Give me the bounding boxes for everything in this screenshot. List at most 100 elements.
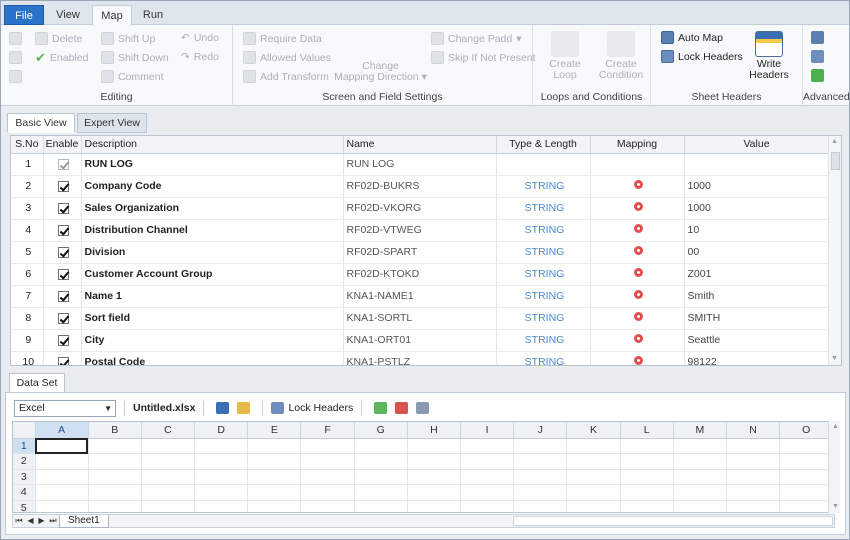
enable-checkbox[interactable]: [58, 246, 69, 258]
mapping-pin-icon[interactable]: [634, 334, 643, 343]
spreadsheet-cell[interactable]: [194, 500, 249, 512]
mapping-cell[interactable]: [590, 153, 685, 176]
spreadsheet-cell[interactable]: [673, 453, 727, 470]
value-cell[interactable]: Smith: [684, 285, 830, 308]
value-cell[interactable]: [684, 153, 830, 176]
shift-up-button[interactable]: Shift Up: [101, 32, 155, 45]
spreadsheet-cell[interactable]: [247, 500, 302, 512]
spreadsheet-cell[interactable]: [779, 469, 834, 485]
mapping-cell[interactable]: [590, 329, 685, 352]
spreadsheet-cell[interactable]: [566, 469, 621, 485]
mapping-pin-icon[interactable]: [634, 202, 643, 211]
spreadsheet-cell[interactable]: [513, 469, 568, 485]
description-cell[interactable]: Sales Organization: [81, 197, 344, 220]
sheet-tab[interactable]: Sheet1: [59, 514, 109, 528]
next-sheet-icon[interactable]: ▶: [38, 516, 44, 526]
tab-expert-view[interactable]: Expert View: [77, 113, 147, 133]
spreadsheet-row-header[interactable]: 2: [13, 453, 36, 470]
spreadsheet-cell[interactable]: [673, 438, 727, 454]
type-length-cell[interactable]: STRING: [496, 307, 591, 330]
table-row[interactable]: 5 Division RF02D-SPART STRING 00: [11, 241, 830, 264]
spreadsheet-cell[interactable]: [300, 438, 355, 454]
scroll-down-icon[interactable]: ▼: [832, 503, 839, 511]
mapping-cell[interactable]: [590, 351, 685, 365]
column-header-description[interactable]: Description: [81, 136, 344, 154]
tab-view[interactable]: View: [49, 5, 87, 26]
spreadsheet-cell[interactable]: [460, 500, 515, 512]
scroll-up-icon[interactable]: ▲: [832, 423, 839, 431]
mapping-cell[interactable]: [590, 241, 685, 264]
description-cell[interactable]: Distribution Channel: [81, 219, 344, 242]
enable-cell[interactable]: [43, 351, 82, 365]
spreadsheet-cell[interactable]: [460, 469, 515, 485]
value-cell[interactable]: 1000: [684, 197, 830, 220]
mapping-cell[interactable]: [590, 307, 685, 330]
spreadsheet-cell[interactable]: [141, 500, 196, 512]
spreadsheet-cell[interactable]: [194, 453, 249, 470]
spreadsheet-cell[interactable]: [726, 438, 781, 454]
write-headers-button[interactable]: Write Headers: [747, 31, 791, 81]
tab-file[interactable]: File: [4, 5, 44, 25]
advanced-option-3-button[interactable]: [811, 69, 824, 82]
spreadsheet-cell[interactable]: [513, 438, 568, 454]
lock-headers-button[interactable]: Lock Headers: [288, 402, 353, 414]
spreadsheet-cell[interactable]: [407, 453, 462, 470]
field-name-cell[interactable]: RUN LOG: [343, 153, 497, 176]
spreadsheet-cell[interactable]: [194, 484, 249, 501]
open-folder-icon[interactable]: [237, 402, 251, 414]
spreadsheet-cell[interactable]: [673, 484, 727, 501]
field-name-cell[interactable]: RF02D-BUKRS: [343, 175, 497, 198]
spreadsheet-cell[interactable]: [35, 500, 89, 512]
type-length-cell[interactable]: STRING: [496, 175, 591, 198]
grid-vertical-scrollbar[interactable]: ▲ ▼: [828, 136, 841, 365]
create-loop-button[interactable]: Create Loop: [539, 31, 591, 81]
spreadsheet-cell[interactable]: [566, 500, 621, 512]
spreadsheet-cell[interactable]: [354, 500, 408, 512]
value-cell[interactable]: 1000: [684, 175, 830, 198]
enable-cell[interactable]: [43, 153, 82, 176]
spreadsheet-column-header[interactable]: G: [354, 422, 408, 439]
spreadsheet-cell[interactable]: [88, 484, 142, 501]
spreadsheet-column-header[interactable]: M: [673, 422, 727, 439]
enable-checkbox[interactable]: [58, 290, 69, 302]
enable-checkbox[interactable]: [58, 268, 69, 280]
enable-checkbox[interactable]: [58, 180, 69, 192]
description-cell[interactable]: RUN LOG: [81, 153, 344, 176]
grid-scroll-thumb[interactable]: [831, 152, 840, 170]
enable-checkbox[interactable]: [58, 202, 69, 214]
spreadsheet-cell[interactable]: [354, 438, 408, 454]
spreadsheet-cell[interactable]: [141, 484, 196, 501]
add-transform-button[interactable]: Add Transform: [243, 70, 329, 83]
advanced-option-2-button[interactable]: [811, 50, 824, 63]
type-length-cell[interactable]: STRING: [496, 351, 591, 365]
spreadsheet-cell[interactable]: [779, 438, 834, 454]
spreadsheet-cell[interactable]: [620, 484, 674, 501]
spreadsheet-cell[interactable]: [247, 484, 302, 501]
spreadsheet-cell[interactable]: [566, 453, 621, 470]
table-row[interactable]: 3 Sales Organization RF02D-VKORG STRING 1000: [11, 197, 830, 220]
spreadsheet-column-header[interactable]: F: [300, 422, 355, 439]
column-header-mapping[interactable]: Mapping: [590, 136, 685, 154]
spreadsheet-row-header[interactable]: 1: [13, 438, 36, 454]
enable-checkbox[interactable]: [58, 224, 69, 236]
spreadsheet-column-header[interactable]: B: [88, 422, 142, 439]
spreadsheet-cell[interactable]: [407, 484, 462, 501]
delete-button[interactable]: Delete: [35, 32, 82, 45]
enabled-button[interactable]: ✔ Enabled: [35, 51, 88, 64]
value-cell[interactable]: 10: [684, 219, 830, 242]
spreadsheet-cell[interactable]: [513, 500, 568, 512]
spreadsheet-cell[interactable]: [726, 453, 781, 470]
mapping-cell[interactable]: [590, 175, 685, 198]
enable-checkbox[interactable]: [58, 312, 69, 324]
spreadsheet-cell[interactable]: [300, 453, 355, 470]
scroll-down-icon[interactable]: ▼: [831, 355, 838, 363]
enable-cell[interactable]: [43, 329, 82, 352]
spreadsheet-row-header[interactable]: 3: [13, 469, 36, 485]
tab-data-set[interactable]: Data Set: [9, 373, 65, 393]
field-name-cell[interactable]: RF02D-VKORG: [343, 197, 497, 220]
cut-button[interactable]: [9, 32, 22, 45]
spreadsheet-cell[interactable]: [354, 484, 408, 501]
value-cell[interactable]: Z001: [684, 263, 830, 286]
create-condition-button[interactable]: Create Condition: [593, 31, 649, 81]
value-cell[interactable]: 98122: [684, 351, 830, 365]
